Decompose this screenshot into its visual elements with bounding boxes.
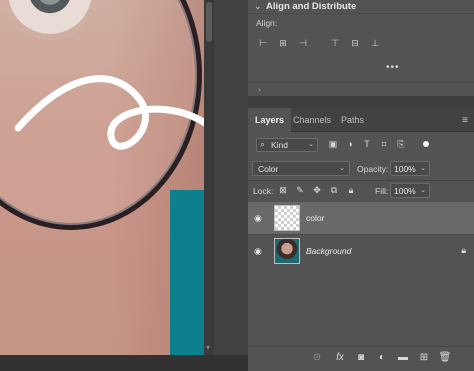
blend-mode-select[interactable]: Color ⌄ bbox=[252, 161, 350, 176]
layer-thumbnail bbox=[274, 238, 300, 264]
chevron-down-icon: ⌄ bbox=[420, 165, 426, 172]
chevron-down-icon: ⌄ bbox=[339, 165, 345, 172]
smart-object-filter-icon[interactable]: ⎘ bbox=[396, 139, 406, 150]
fill-value: 100% bbox=[394, 186, 416, 196]
lock-icon[interactable]: 🔒︎ bbox=[461, 245, 466, 256]
lock-label: Lock: bbox=[253, 186, 274, 196]
tab-layers[interactable]: Layers bbox=[248, 108, 292, 132]
layers-bottom-toolbar: ⊝ fx ◙ ◐ ▬ ⊞ 🗑︎ bbox=[248, 346, 474, 371]
align-label: Align: bbox=[256, 18, 278, 28]
mask-icon[interactable]: ◙ bbox=[354, 352, 368, 363]
lock-all-icon[interactable]: 🔒︎ bbox=[346, 185, 356, 196]
tab-channels[interactable]: Channels bbox=[286, 108, 338, 132]
canvas-bottom-bar bbox=[0, 355, 248, 371]
panel-gutter bbox=[214, 0, 248, 371]
layer-thumbnail bbox=[274, 205, 300, 231]
layer-name: color bbox=[306, 213, 325, 223]
kind-filter-select[interactable]: ⌕ Kind ⌄ bbox=[256, 138, 318, 152]
lock-artboard-icon[interactable]: ⧉ bbox=[329, 185, 339, 196]
layer-filter-row: ⌕ Kind ⌄ ▣ ◑ T ⌗ ⎘ bbox=[248, 133, 474, 157]
new-layer-icon[interactable]: ⊞ bbox=[417, 352, 431, 363]
collapsed-panel-header[interactable]: › bbox=[248, 82, 474, 94]
layer-name: Background bbox=[306, 246, 352, 256]
adjustment-icon[interactable]: ◐ bbox=[375, 352, 389, 363]
eye-icon[interactable]: ◉ bbox=[254, 246, 266, 256]
blend-mode-value: Color bbox=[258, 164, 279, 174]
type-layer-filter-icon[interactable]: T bbox=[362, 139, 372, 149]
lock-image-pixels-icon[interactable]: ✎ bbox=[295, 185, 305, 196]
eye-icon[interactable]: ◉ bbox=[254, 213, 266, 223]
adjustment-layer-filter-icon[interactable]: ◑ bbox=[345, 139, 355, 149]
tab-paths[interactable]: Paths bbox=[334, 108, 371, 132]
chevron-down-icon: ⌄ bbox=[420, 187, 426, 194]
layer-row-color[interactable]: ◉ color bbox=[248, 202, 474, 234]
link-icon[interactable]: ⊝ bbox=[310, 352, 324, 363]
scrollbar-thumb[interactable] bbox=[206, 2, 212, 42]
align-left-icon[interactable]: ⊢ bbox=[256, 38, 270, 48]
fx-icon[interactable]: fx bbox=[333, 352, 347, 363]
align-bottom-icon[interactable]: ⊥ bbox=[368, 38, 382, 48]
opacity-value: 100% bbox=[394, 164, 416, 174]
kind-label: Kind bbox=[271, 140, 289, 150]
lock-transparent-pixels-icon[interactable]: ⊠ bbox=[278, 185, 288, 196]
pixel-layer-filter-icon[interactable]: ▣ bbox=[328, 139, 338, 150]
align-buttons: ⊢ ⊞ ⊣ ⊤ ⊟ ⊥ bbox=[256, 38, 388, 48]
canvas-vertical-scrollbar[interactable] bbox=[204, 0, 214, 355]
filter-toggle[interactable] bbox=[423, 141, 429, 147]
layers-panel-tabs: Layers Channels Paths ≡ bbox=[248, 108, 474, 132]
opacity-label: Opacity: bbox=[357, 164, 389, 174]
trash-icon[interactable]: 🗑︎ bbox=[438, 352, 452, 363]
search-icon: ⌕ bbox=[260, 139, 266, 149]
lock-row: Lock: ⊠ ✎ ✥ ⧉ 🔒︎ Fill: 100% ⌄ bbox=[248, 181, 474, 201]
layer-row-background[interactable]: ◉ Background 🔒︎ bbox=[248, 235, 474, 267]
shape-layer-filter-icon[interactable]: ⌗ bbox=[379, 139, 389, 150]
align-top-icon[interactable]: ⊤ bbox=[328, 38, 342, 48]
chevron-down-icon[interactable]: ⌄ bbox=[254, 1, 262, 12]
scroll-down-icon[interactable]: ▾ bbox=[206, 343, 210, 352]
folder-icon[interactable]: ▬ bbox=[396, 352, 410, 363]
chevron-right-icon: › bbox=[258, 85, 261, 94]
align-vertical-center-icon[interactable]: ⊟ bbox=[348, 38, 362, 48]
menu-icon[interactable]: ≡ bbox=[462, 115, 468, 126]
right-panel-dock: ⌄ Align and Distribute Align: ⊢ ⊞ ⊣ ⊤ ⊟ … bbox=[248, 0, 474, 371]
lock-position-icon[interactable]: ✥ bbox=[312, 185, 322, 196]
align-horizontal-center-icon[interactable]: ⊞ bbox=[276, 38, 290, 48]
blend-row: Color ⌄ Opacity: 100% ⌄ bbox=[248, 159, 474, 179]
more-options-button[interactable]: ••• bbox=[386, 62, 400, 73]
align-panel-header[interactable]: ⌄ Align and Distribute bbox=[248, 0, 474, 14]
fill-label: Fill: bbox=[375, 186, 389, 196]
panel-separator bbox=[248, 96, 474, 108]
align-panel-title: Align and Distribute bbox=[266, 1, 357, 12]
align-right-icon[interactable]: ⊣ bbox=[296, 38, 310, 48]
opacity-input[interactable]: 100% ⌄ bbox=[390, 161, 430, 176]
chevron-down-icon: ⌄ bbox=[308, 141, 314, 148]
fill-input[interactable]: 100% ⌄ bbox=[390, 183, 430, 198]
